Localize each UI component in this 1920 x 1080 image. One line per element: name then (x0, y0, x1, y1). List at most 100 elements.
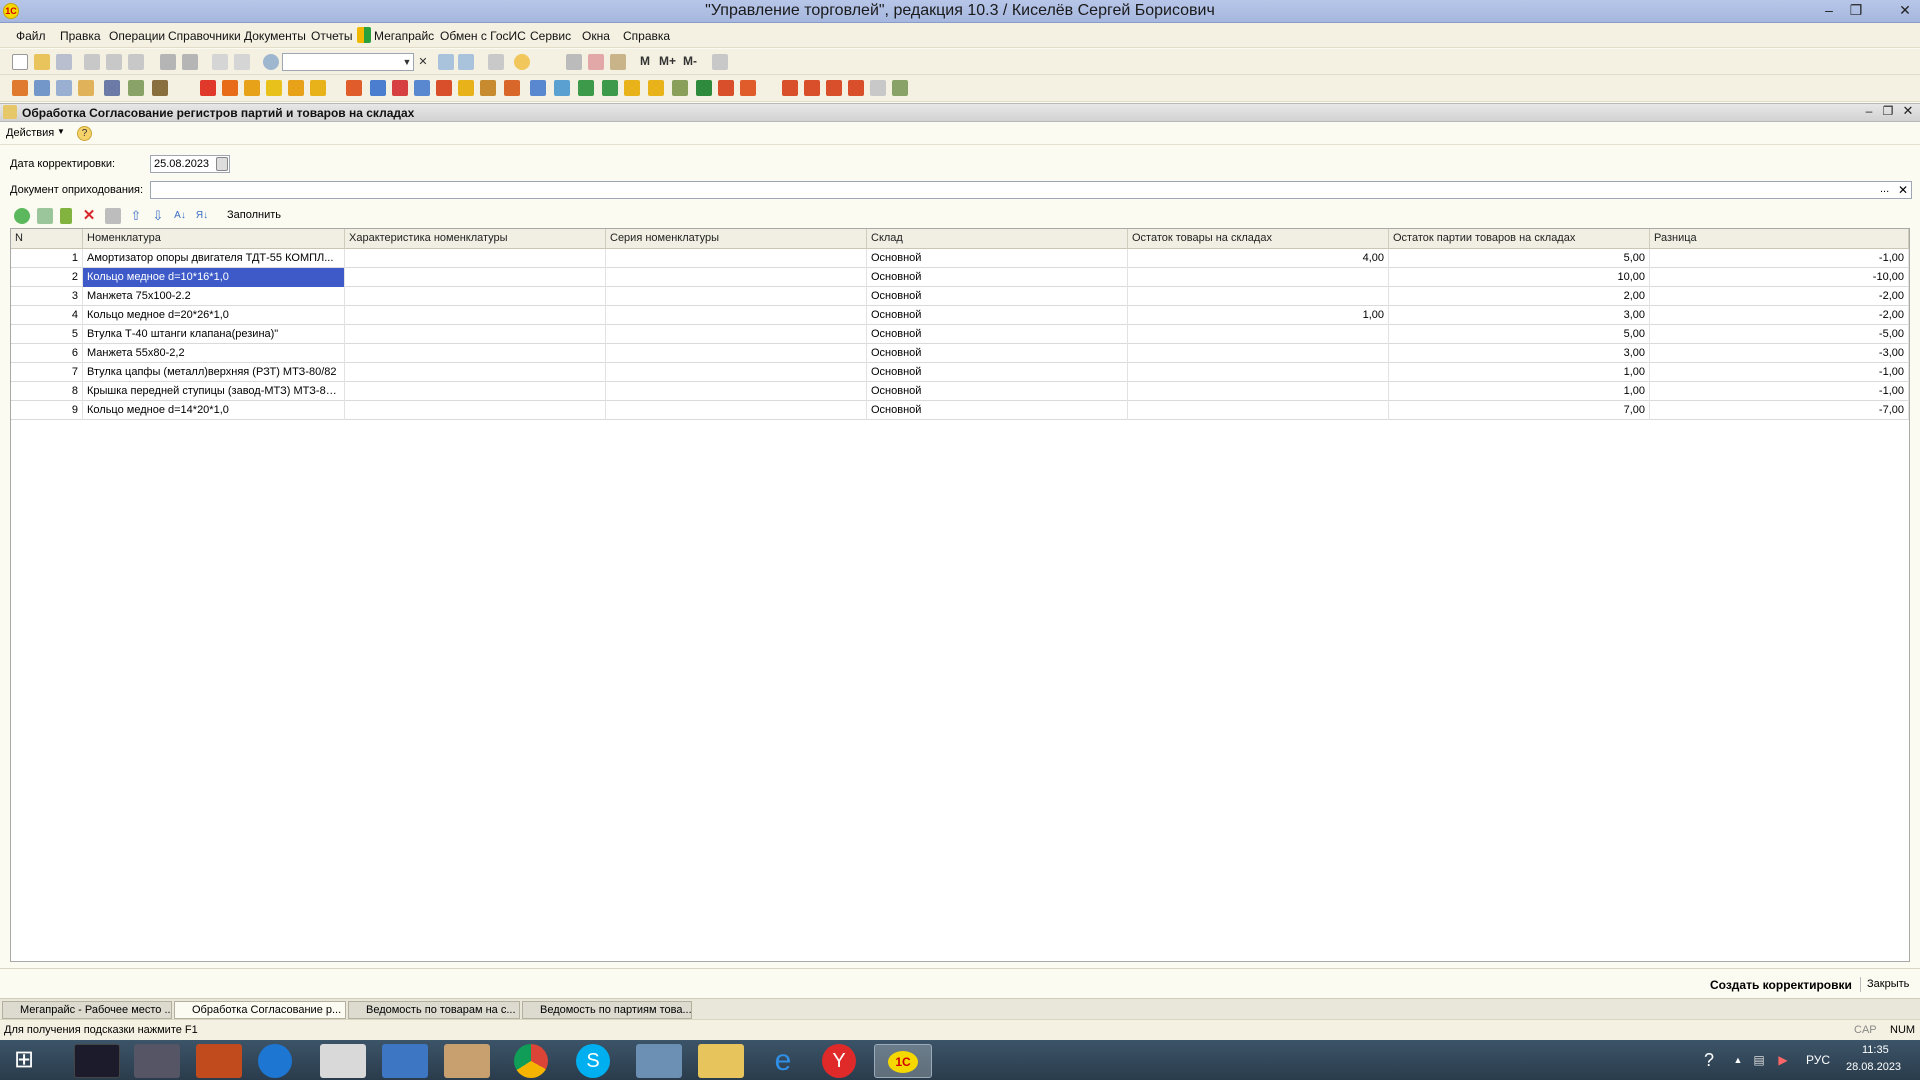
cell-item[interactable]: Манжета 55х80-2,2 (83, 344, 345, 363)
sort-descending-icon[interactable]: Я↓ (194, 208, 210, 224)
create-adjustments-button[interactable]: Создать корректировки (1710, 978, 1852, 992)
find-prev-icon[interactable] (458, 54, 474, 70)
paste-icon[interactable] (128, 54, 144, 70)
new-document-icon[interactable] (12, 54, 28, 70)
tab-processing[interactable]: Обработка Согласование р... (174, 1001, 346, 1019)
app-icon-network[interactable] (636, 1044, 682, 1078)
toolbar-action-icon[interactable] (310, 80, 326, 96)
edit-row-icon[interactable] (60, 208, 72, 224)
yandex-browser-icon[interactable]: Y (822, 1044, 856, 1078)
col-series[interactable]: Серия номенклатуры (606, 229, 867, 249)
col-warehouse[interactable]: Склад (867, 229, 1128, 249)
toolbar-action-icon[interactable] (152, 80, 168, 96)
toolbar-action-icon[interactable] (266, 80, 282, 96)
col-n[interactable]: N (11, 229, 83, 249)
redo-icon[interactable] (234, 54, 250, 70)
col-difference[interactable]: Разница (1650, 229, 1909, 249)
cell-batch[interactable]: 1,00 (1389, 363, 1650, 382)
app-icon-palette[interactable] (444, 1044, 490, 1078)
document-field[interactable] (150, 181, 1912, 199)
explorer-folder-icon[interactable] (698, 1044, 744, 1078)
toolbar-action-icon[interactable] (414, 80, 430, 96)
move-down-icon[interactable]: ⇩ (150, 208, 166, 224)
col-item[interactable]: Номенклатура (83, 229, 345, 249)
restore-icon[interactable]: ❐ (1845, 1, 1867, 21)
calendar-icon[interactable] (588, 54, 604, 70)
network-tray-icon[interactable]: ▤ (1750, 1044, 1768, 1078)
cell-n[interactable]: 1 (11, 249, 83, 268)
fill-button[interactable]: Заполнить (227, 209, 281, 221)
toolbar-action-icon[interactable] (78, 80, 94, 96)
cell-series[interactable] (606, 325, 867, 344)
memory-minus-button[interactable]: M- (683, 54, 697, 68)
cell-item[interactable]: Кольцо медное d=14*20*1,0 (83, 401, 345, 420)
cell-batch[interactable]: 10,00 (1389, 268, 1650, 287)
cell-diff[interactable]: -7,00 (1650, 401, 1909, 420)
find-next-icon[interactable] (438, 54, 454, 70)
toolbar-action-icon[interactable] (648, 80, 664, 96)
cell-stock[interactable] (1128, 382, 1389, 401)
menu-file[interactable]: Файл (16, 29, 46, 43)
app-icon-adobe[interactable] (196, 1044, 242, 1078)
cell-n[interactable]: 4 (11, 306, 83, 325)
copy-row-icon[interactable] (37, 208, 53, 224)
cell-warehouse[interactable]: Основной (867, 325, 1128, 344)
table-row[interactable]: 9 Кольцо медное d=14*20*1,0 Основной 7,00 -7… (11, 401, 1909, 420)
app-icon-pencil[interactable] (134, 1044, 180, 1078)
cell-item[interactable]: Манжета 75х100-2.2 (83, 287, 345, 306)
cell-stock[interactable] (1128, 401, 1389, 420)
cell-batch[interactable]: 3,00 (1389, 306, 1650, 325)
volume-tray-icon[interactable]: ▶ (1774, 1044, 1792, 1078)
app-icon-teamviewer[interactable] (258, 1044, 292, 1078)
cell-char[interactable] (345, 325, 606, 344)
cell-warehouse[interactable]: Основной (867, 249, 1128, 268)
language-indicator[interactable]: РУС (1806, 1053, 1830, 1067)
help-tray-icon[interactable]: ? (1696, 1044, 1722, 1078)
menu-catalogs[interactable]: Справочники (168, 29, 241, 43)
cell-diff[interactable]: -2,00 (1650, 306, 1909, 325)
internet-explorer-icon[interactable]: e (760, 1044, 806, 1078)
calculator-icon[interactable] (566, 54, 582, 70)
cell-item[interactable]: Втулка цапфы (металл)верхняя (РЗТ) МТЗ-8… (83, 363, 345, 382)
search-icon[interactable] (263, 54, 279, 70)
cell-char[interactable] (345, 268, 606, 287)
cell-item[interactable]: Амортизатор опоры двигателя ТДТ-55 КОМПЛ… (83, 249, 345, 268)
cell-series[interactable] (606, 401, 867, 420)
cell-series[interactable] (606, 382, 867, 401)
toolbar-action-icon[interactable] (826, 80, 842, 96)
search-input[interactable] (282, 53, 414, 71)
cell-stock[interactable]: 4,00 (1128, 249, 1389, 268)
menu-edit[interactable]: Правка (60, 29, 101, 43)
tray-expand-icon[interactable]: ▲ (1730, 1044, 1746, 1078)
table-row[interactable]: 2 Кольцо медное d=10*16*1,0 Основной 10,00-… (11, 268, 1909, 287)
menu-help[interactable]: Справка (623, 29, 670, 43)
cell-char[interactable] (345, 287, 606, 306)
cell-n[interactable]: 8 (11, 382, 83, 401)
table-row[interactable]: 8 Крышка передней ступицы (завод-МТЗ) МТЗ… (11, 382, 1909, 401)
cell-diff[interactable]: -10,00 (1650, 268, 1909, 287)
cell-char[interactable] (345, 344, 606, 363)
app-icon-paint[interactable] (74, 1044, 120, 1078)
cell-item[interactable]: Крышка передней ступицы (завод-МТЗ) МТЗ-… (83, 382, 345, 401)
app-icon-outlook[interactable] (382, 1044, 428, 1078)
cell-stock[interactable]: 1,00 (1128, 306, 1389, 325)
toolbar-action-icon[interactable] (530, 80, 546, 96)
app-icon-1c-active[interactable]: 1С (874, 1044, 932, 1078)
clock-date[interactable]: 28.08.2023 (1846, 1061, 1901, 1073)
toolbar-action-icon[interactable] (436, 80, 452, 96)
cell-batch[interactable]: 1,00 (1389, 382, 1650, 401)
toolbar-action-icon[interactable] (782, 80, 798, 96)
undo-icon[interactable] (212, 54, 228, 70)
toolbar-action-icon[interactable] (244, 80, 260, 96)
cell-n[interactable]: 3 (11, 287, 83, 306)
copy-icon[interactable] (106, 54, 122, 70)
windows-start-icon[interactable]: ⊞ (4, 1044, 44, 1078)
cell-diff[interactable]: -1,00 (1650, 249, 1909, 268)
actions-menu[interactable]: Действия (6, 127, 54, 139)
cell-char[interactable] (345, 363, 606, 382)
cell-batch[interactable]: 5,00 (1389, 325, 1650, 344)
toolbar-action-icon[interactable] (222, 80, 238, 96)
table-row[interactable]: 1 Амортизатор опоры двигателя ТДТ-55 КОМП… (11, 249, 1909, 268)
toolbar-action-icon[interactable] (12, 80, 28, 96)
cell-diff[interactable]: -1,00 (1650, 382, 1909, 401)
